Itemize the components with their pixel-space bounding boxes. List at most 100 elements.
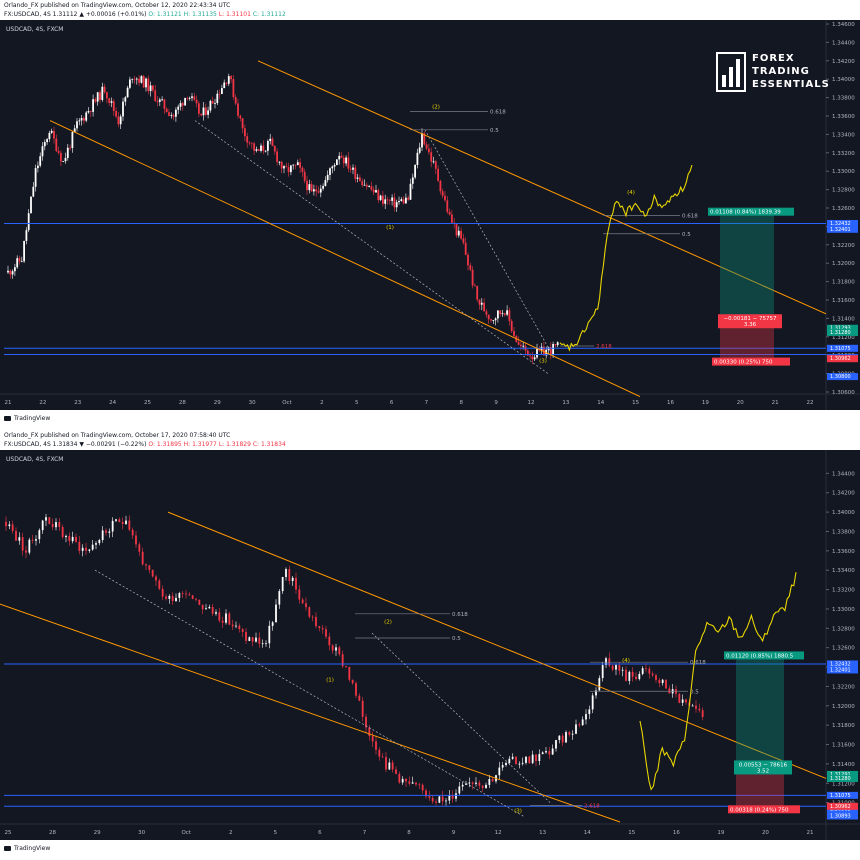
- candle-body: [20, 261, 23, 263]
- candle-body: [331, 166, 334, 169]
- candle-body: [317, 191, 320, 193]
- candle-body: [638, 673, 641, 680]
- candle-body: [701, 710, 704, 717]
- candle-body: [122, 101, 124, 117]
- candle-body: [480, 302, 483, 305]
- x-tick-label: 9: [494, 400, 498, 406]
- x-tick-label: 30: [138, 830, 145, 836]
- candle-body: [281, 577, 284, 592]
- candle-body: [271, 622, 274, 626]
- candle-body: [200, 113, 203, 116]
- candle-body: [319, 188, 322, 193]
- brand-text: FOREX TRADING ESSENTIALS: [752, 52, 830, 91]
- candle-body: [261, 643, 264, 645]
- candle-body: [678, 693, 681, 703]
- y-tick-label: 1.31600: [832, 298, 855, 304]
- candle-body: [23, 240, 25, 262]
- candle-body: [296, 162, 299, 166]
- y-tick-label: 1.32800: [832, 188, 855, 194]
- candle-body: [94, 99, 97, 102]
- candle-body: [382, 195, 384, 204]
- candle-body: [378, 749, 381, 757]
- candle-body: [228, 613, 231, 625]
- x-tick-label: 14: [584, 830, 591, 836]
- x-tick-label: 15: [628, 830, 635, 836]
- candle-body: [215, 612, 217, 614]
- candle-body: [388, 762, 391, 770]
- candle-body: [499, 310, 502, 315]
- candle-body: [61, 526, 64, 538]
- candle-body: [175, 109, 177, 117]
- x-tick-label: 29: [94, 830, 101, 836]
- candle-body: [168, 112, 170, 116]
- candle-body: [48, 132, 51, 140]
- ohlc-high: H: 1.31135: [183, 11, 217, 18]
- candle-body: [471, 269, 474, 286]
- ohlc-readout: FX:USDCAD, 4S 1.31112 ▲ +0.00016 (+0.01%…: [4, 10, 856, 19]
- candle-body: [275, 604, 277, 623]
- candle-body: [195, 598, 197, 600]
- candle-body: [462, 238, 465, 243]
- candle-body: [35, 539, 37, 541]
- candle-body: [375, 741, 377, 750]
- chart-area[interactable]: 1.34600 1.34400 1.34200 1.34000 1.33800 1.336…: [0, 20, 860, 410]
- candle-body: [655, 675, 657, 680]
- candle-body: [494, 318, 497, 321]
- candle-body: [324, 180, 327, 187]
- candle-body: [485, 311, 488, 315]
- candle-body: [227, 76, 230, 84]
- candle-body: [198, 103, 200, 114]
- x-tick-label: 29: [214, 400, 221, 406]
- candle-body: [154, 90, 157, 102]
- candle-body: [571, 733, 574, 735]
- candle-body: [181, 103, 184, 106]
- candle-body: [133, 78, 136, 80]
- chart-area[interactable]: 1.34400 1.34200 1.34000 1.33800 1.33600 1.334…: [0, 450, 860, 840]
- candle-body: [291, 577, 294, 581]
- candle-body: [141, 551, 144, 565]
- candle-body: [528, 756, 531, 764]
- ohlc-close: C: 1.31834: [252, 441, 286, 448]
- candle-body: [434, 161, 437, 169]
- candle-body: [347, 157, 350, 169]
- candle-body: [432, 161, 435, 163]
- x-tick-label: 20: [737, 400, 744, 406]
- candle-body: [88, 549, 91, 551]
- candle-body: [335, 647, 337, 651]
- tradingview-logo[interactable]: TradingView: [4, 845, 50, 852]
- candle-body: [75, 536, 77, 542]
- candle-body: [451, 214, 453, 223]
- candle-body: [585, 714, 587, 720]
- candle-body: [536, 348, 538, 358]
- candle-body: [545, 751, 547, 753]
- candle-body: [267, 140, 269, 151]
- target-zone: [720, 211, 774, 329]
- candle-body: [111, 520, 114, 532]
- price-tag: 1.30893: [830, 813, 851, 819]
- candle-body: [46, 139, 48, 143]
- candle-body: [475, 782, 477, 784]
- x-tick-label: 15: [632, 400, 639, 406]
- candle-body: [405, 197, 407, 204]
- candle-body: [78, 120, 81, 122]
- candle-body: [318, 626, 321, 628]
- candle-body: [541, 752, 544, 755]
- candle-body: [511, 756, 514, 759]
- candle-body: [278, 591, 281, 605]
- x-tick-label: 30: [249, 400, 256, 406]
- candle-body: [5, 521, 7, 527]
- candle-body: [89, 111, 92, 112]
- y-tick-label: 1.31200: [832, 781, 855, 787]
- candle-body: [328, 636, 331, 646]
- chart-svg[interactable]: 1.34400 1.34200 1.34000 1.33800 1.33600 1.334…: [0, 450, 860, 840]
- stop-zone: [736, 774, 784, 807]
- y-tick-label: 1.34400: [832, 40, 855, 46]
- price-tag: 1.32401: [830, 667, 851, 673]
- entry-label-line2: 3.36: [744, 322, 757, 328]
- candle-body: [285, 166, 288, 168]
- candle-body: [179, 103, 182, 107]
- tradingview-logo[interactable]: TradingView: [4, 415, 50, 422]
- fib-label: 2.618: [596, 344, 612, 350]
- wave-label: (3): [514, 808, 522, 814]
- candle-body: [255, 149, 258, 151]
